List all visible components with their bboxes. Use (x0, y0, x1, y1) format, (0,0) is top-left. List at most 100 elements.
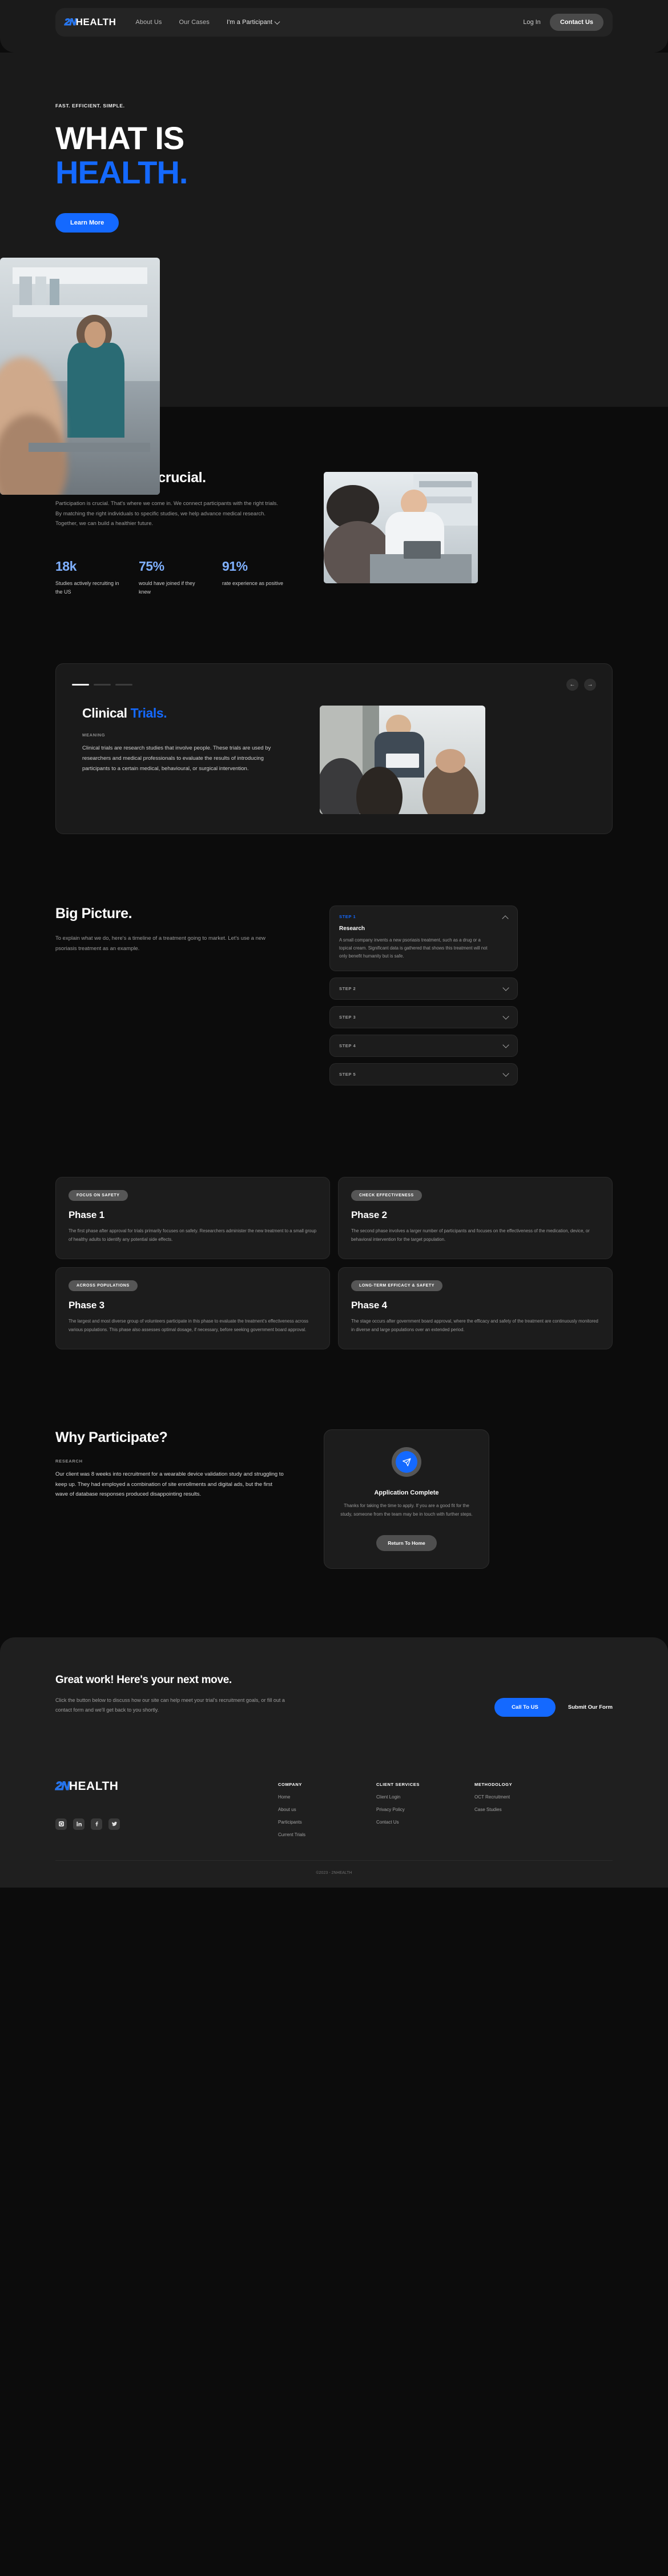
phase-card-1: FOCUS ON SAFETY Phase 1 The first phase … (55, 1177, 330, 1260)
submit-our-form-link[interactable]: Submit Our Form (568, 1704, 613, 1710)
hero-eyebrow: FAST. EFFICIENT. SIMPLE. (55, 103, 125, 109)
slider-prev-button[interactable]: ← (566, 679, 578, 691)
why-participate-section: Why Participate? RESEARCH Our client was… (55, 1349, 613, 1569)
footer-column-heading: METHODOLOGY (474, 1781, 513, 1787)
accordion-step-label: STEP 4 (339, 1043, 356, 1049)
slider-dot-2[interactable] (94, 684, 111, 686)
instagram-icon[interactable] (55, 1818, 67, 1830)
trials-image-group-session (320, 706, 485, 815)
hero-title-line2: HEALTH. (55, 154, 188, 191)
trials-paragraph: Clinical trials are research studies tha… (82, 745, 271, 772)
steps-accordion: STEP 1 Research A small company invents … (329, 906, 518, 1086)
accordion-step-label: STEP 1 (339, 914, 356, 920)
send-icon (396, 1451, 417, 1473)
slider-next-button[interactable]: → (584, 679, 596, 691)
footer-logo[interactable]: 2N HEALTH (55, 1779, 278, 1793)
accordion-item-step-1[interactable]: STEP 1 Research A small company invents … (329, 906, 518, 972)
footer-link[interactable]: Case Studies (474, 1807, 524, 1812)
trials-kicker: MEANING (82, 732, 106, 738)
nav-item-im-a-participant[interactable]: I'm a Participant (227, 18, 280, 26)
stat-value: 91% (222, 558, 248, 574)
chevron-down-icon (502, 1070, 509, 1077)
footer-column-methodology: METHODOLOGY OCT Recruitment Case Studies (474, 1782, 524, 1837)
clinical-trials-card: ← → Clinical Trials. MEANING Clinical tr… (55, 663, 613, 835)
landing-page: 2N HEALTH About Us Our Cases I'm a Partic… (0, 0, 668, 1888)
trials-title-white: Clinical (82, 706, 131, 721)
contact-us-button[interactable]: Contact Us (549, 14, 603, 31)
accordion-item-step-3[interactable]: STEP 3 (329, 1006, 518, 1029)
accordion-item-step-4[interactable]: STEP 4 (329, 1035, 518, 1057)
why-heading: Why Participate? (55, 1429, 168, 1446)
site-logo[interactable]: 2N HEALTH (65, 17, 116, 28)
why-kicker: RESEARCH (55, 1459, 83, 1464)
phase-chip: ACROSS POPULATIONS (69, 1280, 138, 1292)
slider-arrows: ← → (566, 679, 596, 691)
slider-dots (72, 684, 132, 686)
footer-link[interactable]: About us (278, 1807, 327, 1812)
cta-paragraph: Click the button below to discuss how ou… (55, 1697, 285, 1713)
navigation-bar: 2N HEALTH About Us Our Cases I'm a Partic… (55, 8, 613, 37)
accordion-step-label: STEP 2 (339, 986, 356, 992)
footer-link[interactable]: Contact Us (376, 1820, 425, 1825)
footer-column-company: COMPANY Home About us Participants Curre… (278, 1782, 327, 1837)
accordion-step-text: A small company invents a new psoriasis … (339, 938, 488, 959)
big-picture-heading: Big Picture. (55, 906, 132, 922)
big-picture-section: Big Picture. To explain what we do, here… (0, 834, 668, 1569)
social-links (55, 1818, 278, 1830)
slider-controls: ← → (72, 679, 596, 691)
phase-title: Phase 2 (351, 1209, 387, 1221)
footer-link[interactable]: Participants (278, 1820, 327, 1825)
phases-grid: FOCUS ON SAFETY Phase 1 The first phase … (55, 1177, 613, 1350)
stat-value: 75% (139, 558, 164, 574)
copyright-text: ©2023 - 2NHEALTH (55, 1860, 613, 1888)
footer-link[interactable]: Current Trials (278, 1832, 327, 1837)
phase-card-3: ACROSS POPULATIONS Phase 3 The largest a… (55, 1267, 330, 1350)
footer-column-heading: COMPANY (278, 1781, 302, 1787)
chevron-down-icon (274, 18, 280, 25)
chevron-down-icon (502, 1041, 509, 1049)
phase-text: The first phase after approval for trial… (69, 1228, 317, 1242)
why-paragraph: Our client was 8 weeks into recruitment … (55, 1471, 284, 1498)
accordion-step-label: STEP 3 (339, 1015, 356, 1020)
footer: Great work! Here's your next move. Click… (0, 1637, 668, 1888)
hero-image-doctor-consult (0, 257, 160, 495)
facebook-icon[interactable] (91, 1818, 102, 1830)
phase-title: Phase 1 (69, 1209, 104, 1221)
accordion-step-label: STEP 5 (339, 1072, 356, 1077)
hero-title: WHAT IS HEALTH. (55, 121, 341, 190)
nav-item-our-cases[interactable]: Our Cases (179, 19, 209, 26)
nav-item-about-us[interactable]: About Us (135, 19, 162, 26)
phase-chip: CHECK EFFECTIVENESS (351, 1190, 422, 1201)
footer-logo-word: HEALTH (69, 1779, 119, 1793)
footer-link[interactable]: Privacy Policy (376, 1807, 425, 1812)
chevron-down-icon (502, 1013, 509, 1020)
return-to-home-button[interactable]: Return To Home (376, 1535, 437, 1551)
hero-title-line1: WHAT IS (55, 120, 184, 156)
hero-section: FAST. EFFICIENT. SIMPLE. WHAT IS HEALTH.… (0, 53, 668, 495)
trials-title-accent: Trials. (130, 706, 167, 721)
accordion-item-step-2[interactable]: STEP 2 (329, 977, 518, 1000)
phase-title: Phase 3 (69, 1300, 104, 1311)
application-card-title: Application Complete (374, 1489, 439, 1497)
application-complete-card: Application Complete Thanks for taking t… (324, 1429, 489, 1569)
chevron-down-icon (502, 984, 509, 992)
twitter-icon[interactable] (108, 1818, 120, 1830)
footer-link[interactable]: Home (278, 1794, 327, 1800)
stat-label: Studies actively recruiting in the US (55, 580, 119, 595)
accordion-item-step-5[interactable]: STEP 5 (329, 1063, 518, 1086)
call-to-us-button[interactable]: Call To US (494, 1697, 556, 1717)
logo-word: HEALTH (75, 17, 116, 27)
footer-link[interactable]: Client Login (376, 1794, 425, 1800)
linkedin-icon[interactable] (73, 1818, 84, 1830)
footer-link[interactable]: OCT Recruitment (474, 1794, 524, 1800)
nav-links: About Us Our Cases I'm a Participant (135, 18, 280, 26)
phase-chip: LONG-TERM EFFICACY & SAFETY (351, 1280, 442, 1292)
slider-dot-3[interactable] (115, 684, 132, 686)
slider-dot-1[interactable] (72, 684, 89, 686)
learn-more-button[interactable]: Learn More (55, 213, 119, 233)
footer-column-client-services: CLIENT SERVICES Client Login Privacy Pol… (376, 1782, 425, 1837)
participation-image-doctor-patient (324, 472, 478, 583)
send-icon-ring (392, 1447, 421, 1477)
login-link[interactable]: Log In (523, 19, 541, 26)
stat-label: rate experience as positive (222, 580, 284, 586)
